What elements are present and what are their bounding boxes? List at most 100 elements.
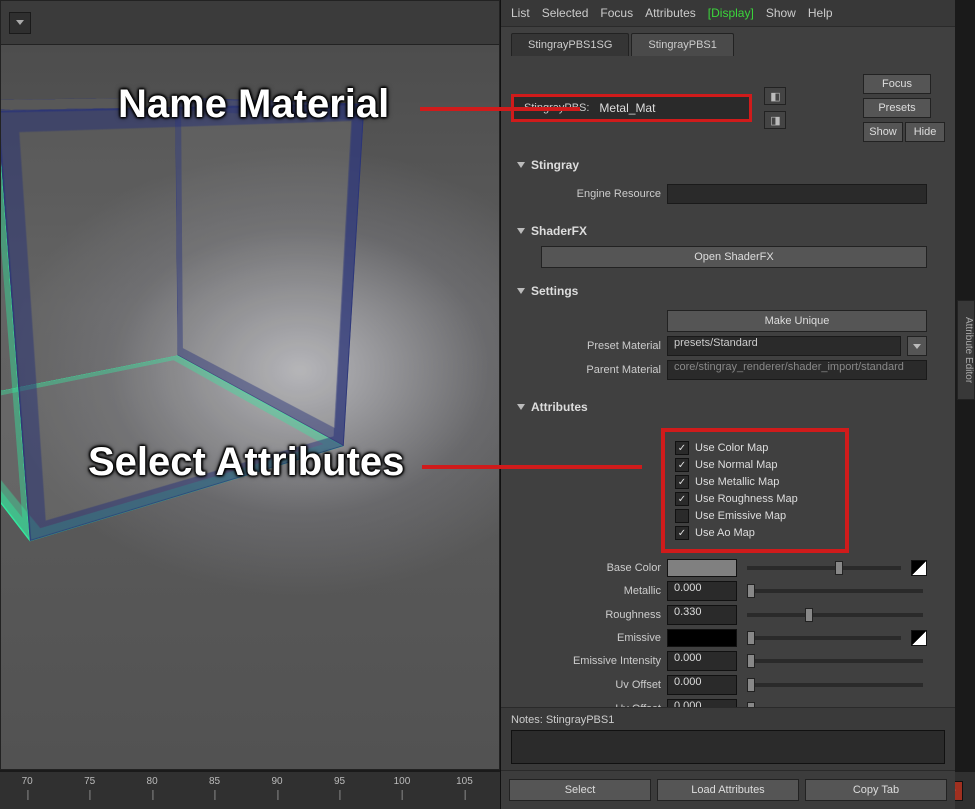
collapse-icon — [517, 288, 525, 294]
slider-thumb[interactable] — [747, 654, 755, 668]
section-settings: Settings Make Unique Preset Material pre… — [509, 280, 935, 392]
select-button[interactable]: Select — [509, 779, 651, 801]
timeline-tick: 70 — [22, 776, 33, 787]
load-attributes-button[interactable]: Load Attributes — [657, 779, 799, 801]
timeline-tick: 80 — [147, 776, 158, 787]
base-color-row: Base Color — [541, 559, 927, 577]
metallic-slider[interactable] — [747, 589, 923, 593]
roughness-row: Roughness 0.330 — [541, 605, 927, 625]
checkbox[interactable] — [675, 441, 689, 455]
attribute-checks-highlight: Use Color Map Use Normal Map Use Metallic … — [661, 428, 849, 553]
checkbox-label: Use Normal Map — [695, 459, 778, 471]
menu-selected[interactable]: Selected — [542, 6, 589, 20]
uv-offset-input[interactable]: 0.000 — [667, 675, 737, 695]
slider-thumb[interactable] — [747, 584, 755, 598]
collapse-icon — [517, 404, 525, 410]
checkbox-row: Use Color Map — [675, 441, 835, 455]
section-title: ShaderFX — [531, 224, 587, 238]
attribute-scroll-area[interactable]: Stingray Engine Resource ShaderFX Open S… — [501, 150, 955, 707]
input-output-icon[interactable]: ◧ — [764, 87, 786, 105]
menu-help[interactable]: Help — [808, 6, 833, 20]
menu-list[interactable]: List — [511, 6, 530, 20]
preset-material-label: Preset Material — [541, 340, 661, 352]
attribute-editor-tab[interactable]: Attribute Editor — [957, 300, 975, 400]
uv-offset-input[interactable]: 0.000 — [667, 699, 737, 707]
chevron-down-icon — [16, 20, 24, 25]
hide-button[interactable]: Hide — [905, 122, 945, 142]
checkbox-label: Use Color Map — [695, 442, 768, 454]
slider-thumb[interactable] — [747, 631, 755, 645]
metallic-row: Metallic 0.000 — [541, 581, 927, 601]
emissive-intensity-input[interactable]: 0.000 — [667, 651, 737, 671]
section-header[interactable]: Settings — [509, 280, 935, 302]
make-unique-button[interactable]: Make Unique — [667, 310, 927, 332]
checkbox[interactable] — [675, 458, 689, 472]
show-in-hypershade-icon[interactable]: ◨ — [764, 111, 786, 129]
notes-label: Notes: StingrayPBS1 — [511, 714, 945, 726]
attribute-editor-panel: List Selected Focus Attributes Display Show He… — [500, 0, 955, 809]
node-name-field-highlight: StingrayPBS: Metal_Mat — [511, 94, 752, 122]
chevron-down-icon — [913, 344, 921, 349]
viewport-toolbar — [1, 1, 499, 45]
emissive-slider[interactable] — [747, 636, 901, 640]
checkbox-row: Use Emissive Map — [675, 509, 835, 523]
timeline-tick: 90 — [271, 776, 282, 787]
presets-button[interactable]: Presets — [863, 98, 931, 118]
roughness-input[interactable]: 0.330 — [667, 605, 737, 625]
slider-thumb[interactable] — [835, 561, 843, 575]
uv-offset-slider[interactable] — [747, 683, 923, 687]
menu-focus[interactable]: Focus — [600, 6, 633, 20]
timeline-tick: 100 — [394, 776, 411, 787]
focus-button[interactable]: Focus — [863, 74, 931, 94]
menu-display[interactable]: Display — [708, 6, 754, 20]
open-shaderfx-button[interactable]: Open ShaderFX — [541, 246, 927, 268]
section-header[interactable]: Stingray — [509, 154, 935, 176]
engine-resource-input[interactable] — [667, 184, 927, 204]
mesh-cube[interactable] — [0, 98, 393, 616]
checkbox-row: Use Normal Map — [675, 458, 835, 472]
emissive-swatch[interactable] — [667, 629, 737, 647]
metallic-input[interactable]: 0.000 — [667, 581, 737, 601]
section-title: Settings — [531, 284, 578, 298]
roughness-slider[interactable] — [747, 613, 923, 617]
collapse-icon — [517, 228, 525, 234]
checkbox-label: Use Metallic Map — [695, 476, 779, 488]
viewport-dropdown[interactable] — [9, 12, 31, 34]
menu-attributes[interactable]: Attributes — [645, 6, 696, 20]
map-swatch[interactable] — [911, 630, 927, 646]
base-color-slider[interactable] — [747, 566, 901, 570]
copy-tab-button[interactable]: Copy Tab — [805, 779, 947, 801]
tab-stingraypbs1sg[interactable]: StingrayPBS1SG — [511, 33, 629, 56]
parent-material-label: Parent Material — [541, 364, 661, 376]
emissive-intensity-slider[interactable] — [747, 659, 923, 663]
slider-thumb[interactable] — [747, 702, 755, 707]
notes-textarea[interactable] — [511, 730, 945, 764]
uv-offset-row: Uv Offset 0.000 — [541, 675, 927, 695]
uv-offset-row: Uv Offset 0.000 — [541, 699, 927, 707]
viewport-3d[interactable] — [0, 0, 500, 770]
checkbox-label: Use Roughness Map — [695, 493, 798, 505]
menu-show[interactable]: Show — [766, 6, 796, 20]
tab-stingraypbs1[interactable]: StingrayPBS1 — [631, 33, 733, 56]
preset-dropdown-button[interactable] — [907, 336, 927, 356]
checkbox[interactable] — [675, 492, 689, 506]
checkbox[interactable] — [675, 526, 689, 540]
slider-thumb[interactable] — [805, 608, 813, 622]
checkbox-row: Use Ao Map — [675, 526, 835, 540]
node-name-input[interactable]: Metal_Mat — [595, 98, 745, 118]
cube-face — [0, 104, 364, 542]
map-swatch[interactable] — [911, 560, 927, 576]
preset-material-input[interactable]: presets/Standard — [667, 336, 901, 356]
slider-thumb[interactable] — [747, 678, 755, 692]
roughness-label: Roughness — [541, 609, 661, 621]
checkbox[interactable] — [675, 509, 689, 523]
timeline-tick: 75 — [84, 776, 95, 787]
section-title: Stingray — [531, 158, 579, 172]
base-color-swatch[interactable] — [667, 559, 737, 577]
section-header[interactable]: ShaderFX — [509, 220, 935, 242]
checkbox[interactable] — [675, 475, 689, 489]
section-header[interactable]: Attributes — [509, 396, 935, 418]
node-tabs: StingrayPBS1SGStingrayPBS1 — [501, 27, 955, 56]
emissive-intensity-label: Emissive Intensity — [541, 655, 661, 667]
show-button[interactable]: Show — [863, 122, 903, 142]
